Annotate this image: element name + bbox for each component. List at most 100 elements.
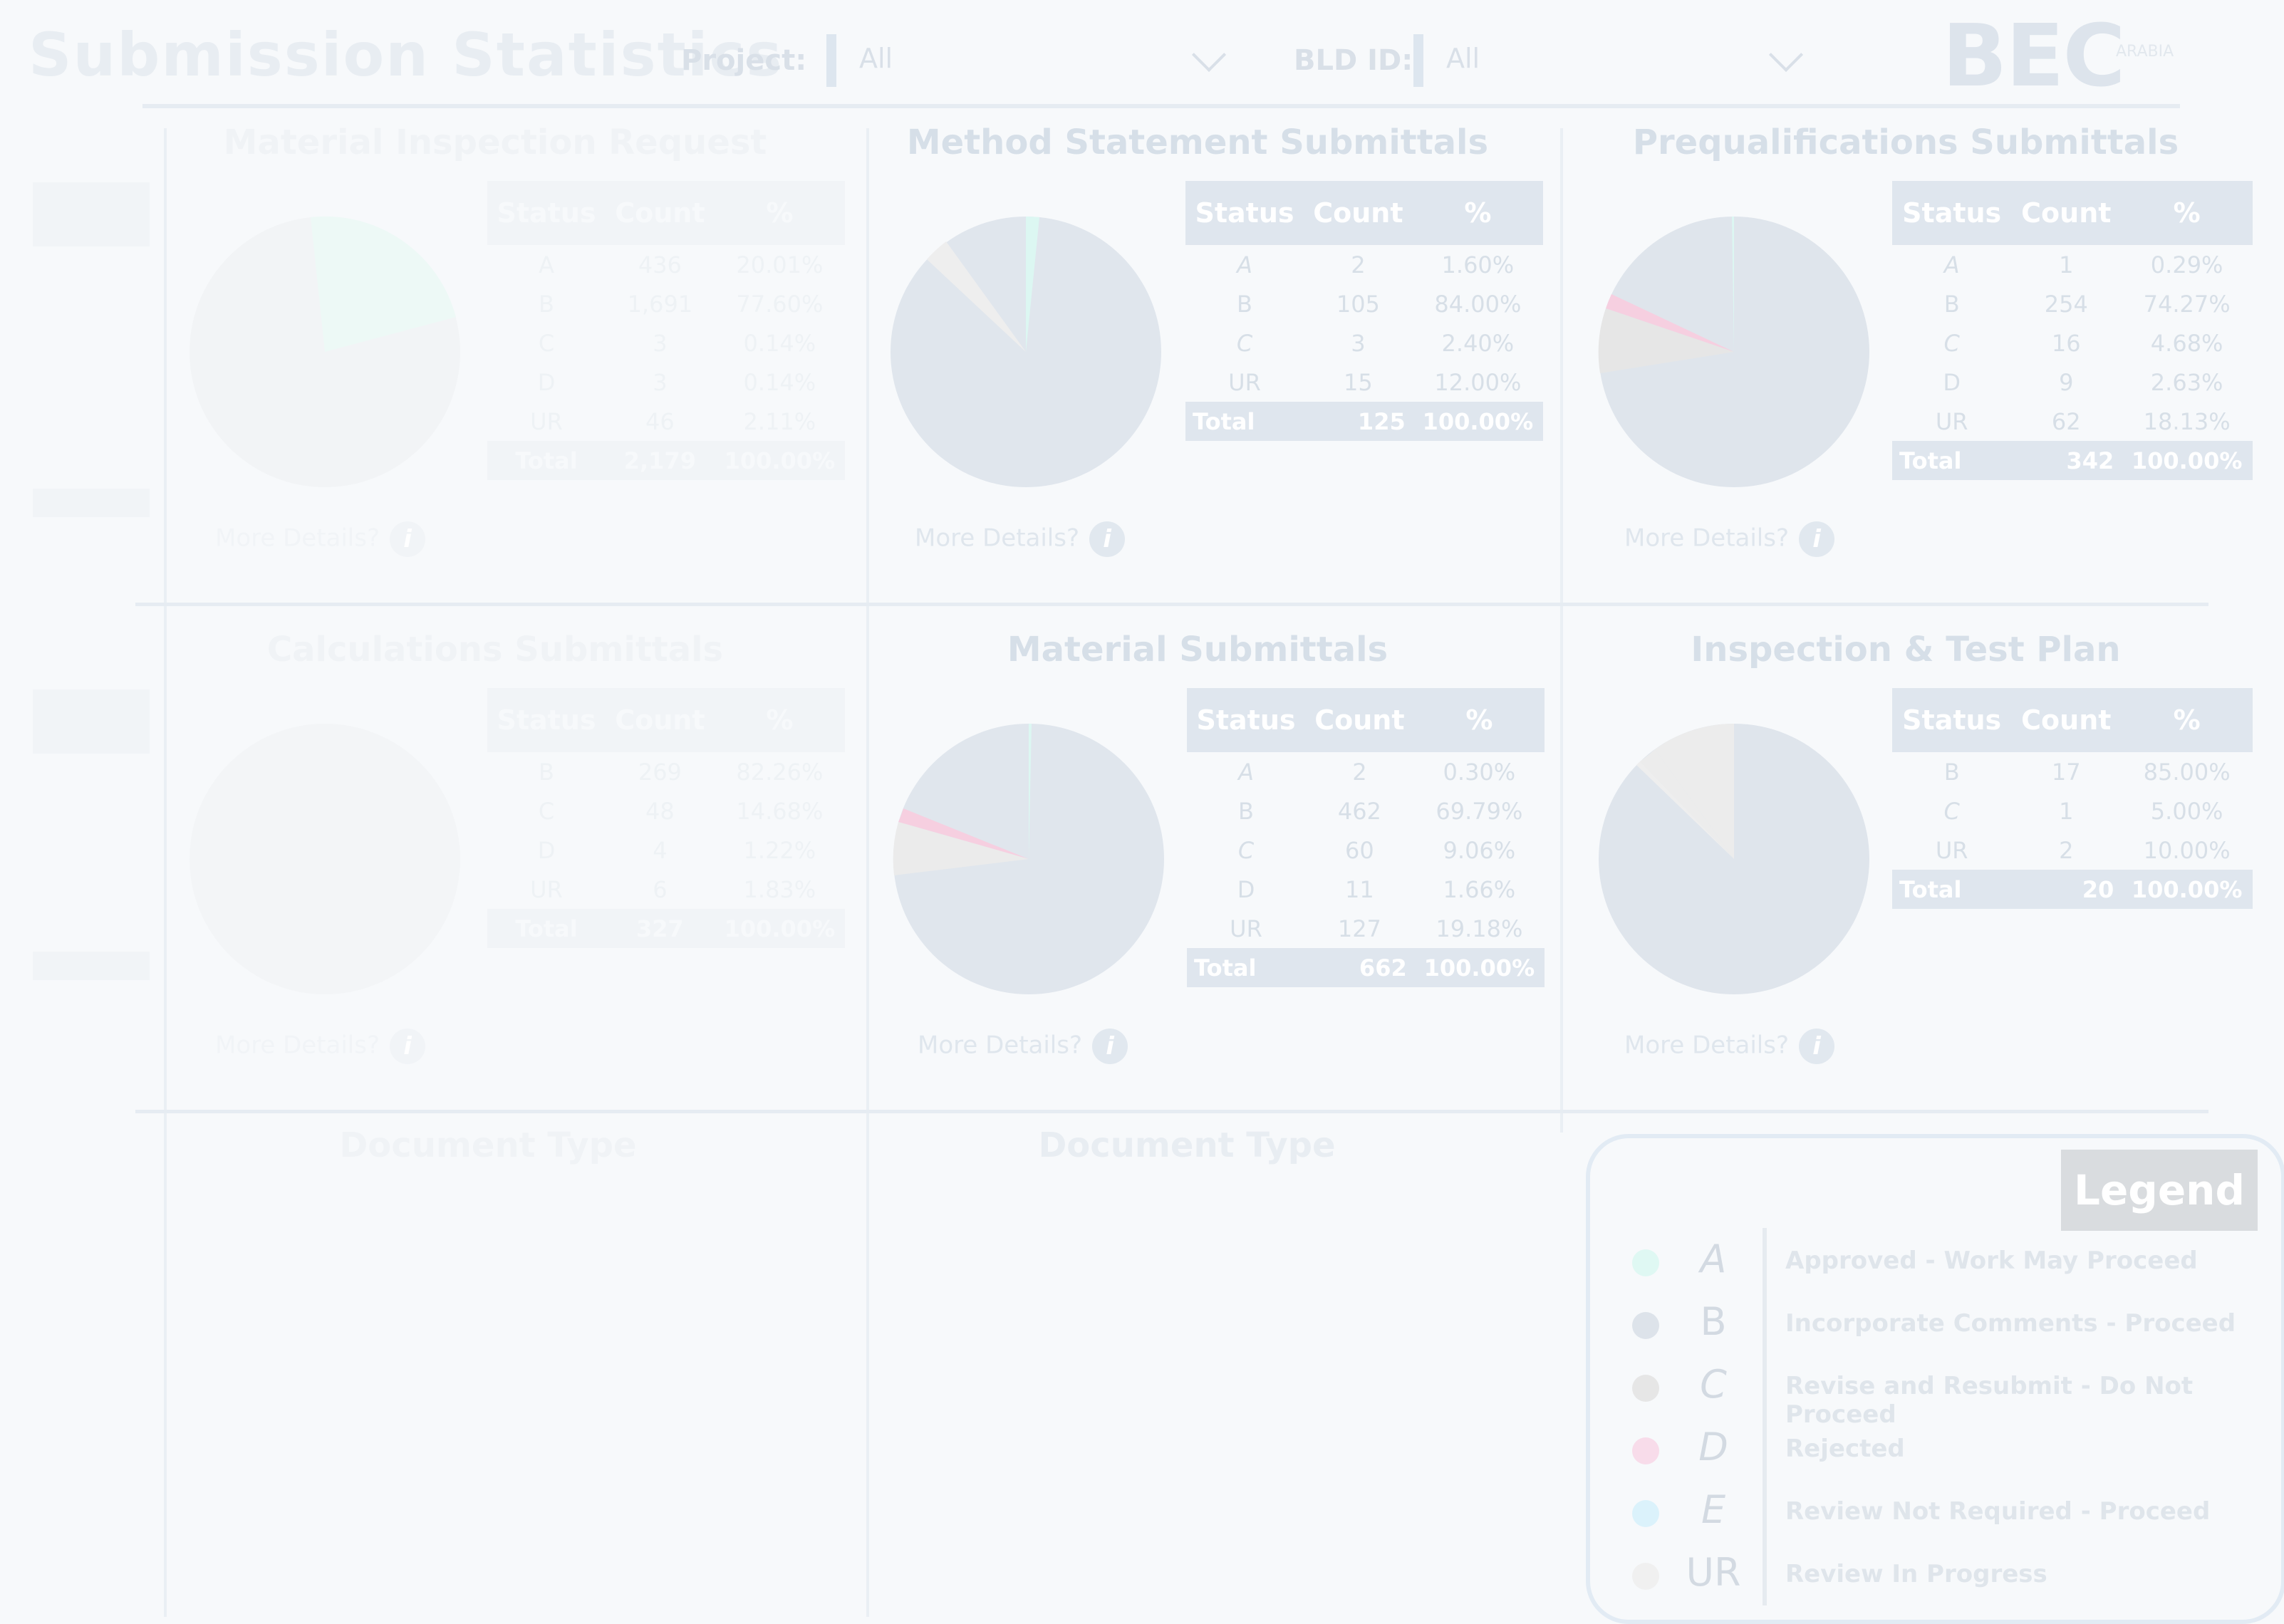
pie-chart bbox=[190, 216, 460, 487]
legend-swatch-c bbox=[1632, 1375, 1659, 1402]
left-strip-block bbox=[33, 489, 150, 517]
bld-filter-label: BLD ID: bbox=[1294, 44, 1413, 77]
table-row: D 9 2.63% bbox=[1943, 368, 2223, 396]
document-type-title: Document Type bbox=[339, 1125, 637, 1165]
legend-title: Legend bbox=[2061, 1150, 2258, 1231]
panel-title: Material Submittals bbox=[1007, 630, 1388, 670]
table-total-row: Total 342 100.00% bbox=[1892, 441, 2253, 480]
pie-chart bbox=[1599, 724, 1869, 994]
table-row: C 60 9.06% bbox=[1237, 836, 1516, 864]
legend-divider bbox=[1763, 1228, 1767, 1605]
col-count: Count bbox=[606, 181, 715, 245]
legend-code: UR bbox=[1686, 1550, 1741, 1595]
table-row: C 16 4.68% bbox=[1943, 329, 2223, 357]
table-row: A 1 0.29% bbox=[1943, 251, 2223, 279]
status-table: Status Count% A 2 1.60% B 105 84.00% C 3 2.40% … bbox=[1185, 181, 1543, 441]
table-row: B 105 84.00% bbox=[1237, 290, 1522, 318]
panel-title: Prequalifications Submittals bbox=[1632, 123, 2179, 162]
status-table: Status Count% A 2 0.30% B 462 69.79% C 60 9.06%… bbox=[1187, 688, 1545, 987]
table-row: D 3 0.14% bbox=[537, 368, 816, 396]
col-status: Status bbox=[1892, 181, 2012, 245]
bld-dropdown[interactable]: All bbox=[1413, 31, 1812, 93]
project-dropdown[interactable]: All bbox=[826, 31, 1227, 93]
table-total-row: Total 20 100.00% bbox=[1892, 870, 2253, 909]
table-row: B 269 82.26% bbox=[539, 758, 824, 786]
legend-swatch-ur bbox=[1632, 1563, 1659, 1590]
table-row: UR 2 10.00% bbox=[1935, 836, 2231, 864]
more-details-link[interactable]: More Details? i bbox=[215, 1029, 426, 1064]
more-details-link[interactable]: More Details? i bbox=[915, 521, 1126, 557]
panel-title: Method Statement Submittals bbox=[906, 123, 1489, 162]
col-status: Status bbox=[487, 688, 606, 752]
status-table: Status Count% A 1 0.29% B 254 74.27% C 16 4.68%… bbox=[1892, 181, 2253, 480]
status-table: Status Count% A 436 20.01% B 1,691 77.60% C30… bbox=[487, 181, 845, 480]
page-title: Submission Statistics bbox=[28, 20, 784, 90]
chevron-down-icon[interactable] bbox=[1768, 37, 1804, 73]
col-pct: % bbox=[1413, 688, 1545, 752]
table-total-row: Total 2,179 100.00% bbox=[487, 441, 845, 480]
legend-code: B bbox=[1700, 1299, 1727, 1344]
legend-description: Rejected bbox=[1785, 1435, 1905, 1463]
more-details-link[interactable]: More Details? i bbox=[215, 521, 426, 557]
project-filter-label: Project: bbox=[681, 44, 807, 77]
col-count: Count bbox=[2011, 181, 2122, 245]
grid-line bbox=[135, 1110, 2208, 1113]
info-icon[interactable]: i bbox=[1799, 1029, 1835, 1064]
legend-swatch-e bbox=[1632, 1500, 1659, 1527]
panel-title: Calculations Submittals bbox=[266, 630, 724, 670]
company-logo-sub: ARABIA bbox=[2116, 43, 2174, 61]
table-row: UR 46 2.11% bbox=[530, 407, 816, 435]
table-row: B 462 69.79% bbox=[1238, 797, 1523, 825]
col-pct: % bbox=[1412, 181, 1543, 245]
col-count: Count bbox=[1305, 688, 1414, 752]
panel-title: Inspection & Test Plan bbox=[1691, 630, 2121, 670]
header-divider bbox=[142, 104, 2180, 108]
legend-code: E bbox=[1701, 1487, 1726, 1532]
table-row: C 1 5.00% bbox=[1943, 797, 2223, 825]
col-count: Count bbox=[2011, 688, 2122, 752]
info-icon[interactable]: i bbox=[1092, 1029, 1128, 1064]
status-table: Status Count% B 269 82.26% C 48 14.68% D 4 1.22… bbox=[487, 688, 845, 948]
col-pct: % bbox=[714, 181, 845, 245]
bld-dropdown-value: All bbox=[1446, 43, 1480, 74]
legend-description: Review In Progress bbox=[1785, 1560, 2047, 1588]
legend-description: Revise and Resubmit - Do Not Proceed bbox=[1785, 1372, 2194, 1429]
chevron-down-icon[interactable] bbox=[1191, 37, 1227, 73]
table-total-row: Total 662 100.00% bbox=[1187, 948, 1545, 987]
legend-description: Review Not Required - Proceed bbox=[1785, 1497, 2211, 1526]
more-details-link[interactable]: More Details? i bbox=[1624, 521, 1835, 557]
table-row: C 48 14.68% bbox=[538, 797, 824, 825]
col-pct: % bbox=[2121, 181, 2253, 245]
table-row: UR 127 19.18% bbox=[1230, 915, 1523, 942]
table-row: UR 15 12.00% bbox=[1228, 368, 1522, 396]
table-row: A 436 20.01% bbox=[539, 251, 824, 279]
legend-code: C bbox=[1700, 1362, 1727, 1407]
info-icon[interactable]: i bbox=[1799, 521, 1835, 557]
more-details-link[interactable]: More Details? i bbox=[1624, 1029, 1835, 1064]
left-strip-block bbox=[33, 952, 150, 980]
legend-swatch-d bbox=[1632, 1437, 1659, 1464]
grid-line bbox=[164, 128, 167, 1617]
table-row: C 3 0.14% bbox=[538, 329, 816, 357]
legend-code: D bbox=[1698, 1425, 1728, 1469]
table-row: A 2 1.60% bbox=[1237, 251, 1515, 279]
legend-description: Incorporate Comments - Proceed bbox=[1785, 1309, 2236, 1338]
info-icon[interactable]: i bbox=[1089, 521, 1126, 557]
table-row: B 17 85.00% bbox=[1943, 758, 2231, 786]
pie-chart bbox=[1598, 216, 1869, 487]
legend-description: Approved - Work May Proceed bbox=[1785, 1246, 2198, 1275]
table-row: D 11 1.66% bbox=[1237, 875, 1516, 903]
panel-title: Material Inspection Request bbox=[223, 123, 767, 162]
more-details-link[interactable]: More Details? i bbox=[918, 1029, 1128, 1064]
info-icon[interactable]: i bbox=[390, 1029, 426, 1064]
info-icon[interactable]: i bbox=[390, 521, 426, 557]
table-row: B 254 74.27% bbox=[1943, 290, 2231, 318]
left-strip-block bbox=[33, 689, 150, 754]
grid-line bbox=[135, 603, 2208, 606]
legend-code: A bbox=[1700, 1237, 1727, 1281]
grid-line bbox=[866, 128, 869, 1617]
pie-chart bbox=[891, 217, 1161, 487]
legend-swatch-a bbox=[1632, 1249, 1659, 1276]
table-row: UR 62 18.13% bbox=[1935, 407, 2231, 435]
status-table: Status Count% B 17 85.00% C 1 5.00% UR 2 10.00%… bbox=[1892, 688, 2253, 909]
